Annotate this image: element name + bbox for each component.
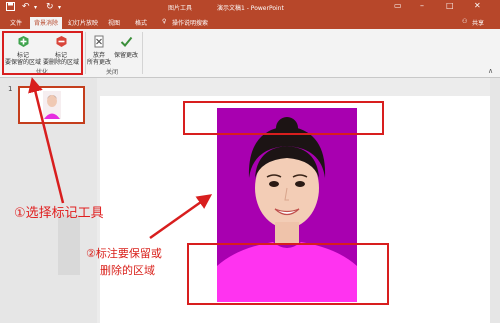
- arrow-to-tools: [28, 77, 65, 204]
- annotation-arrows: [28, 77, 213, 240]
- annotation-step2-line1: ②标注要保留或: [86, 247, 162, 260]
- arrow-to-photo: [149, 194, 213, 240]
- annotation-step2-line2: 删除的区域: [100, 264, 155, 277]
- annotation-step1: ①选择标记工具: [14, 206, 104, 221]
